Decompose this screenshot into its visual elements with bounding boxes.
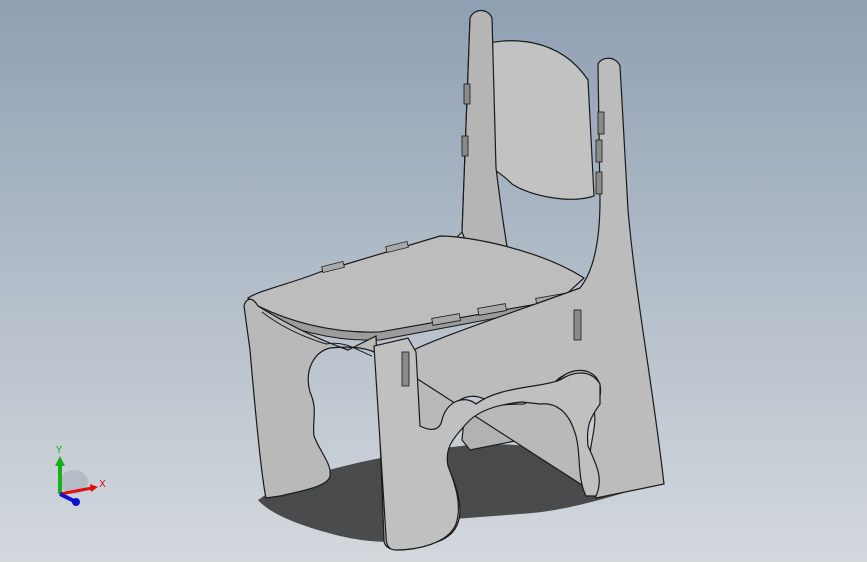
backrest-slot <box>595 171 603 195</box>
x-axis-label: X <box>99 479 106 490</box>
z-axis-end <box>72 498 80 506</box>
orientation-triad[interactable] <box>44 440 116 512</box>
x-axis-arrow <box>90 484 98 492</box>
backrest-slot <box>595 139 603 163</box>
backrest-slot <box>461 135 469 157</box>
backrest-slot <box>597 111 605 135</box>
y-axis-arrow <box>55 456 65 466</box>
front-slot <box>573 309 582 341</box>
backrest-slot <box>463 83 471 105</box>
front-slot <box>401 351 410 387</box>
graphics-viewport[interactable]: Y X <box>0 0 867 562</box>
chair-model[interactable] <box>0 0 867 562</box>
y-axis-label: Y <box>56 445 63 456</box>
